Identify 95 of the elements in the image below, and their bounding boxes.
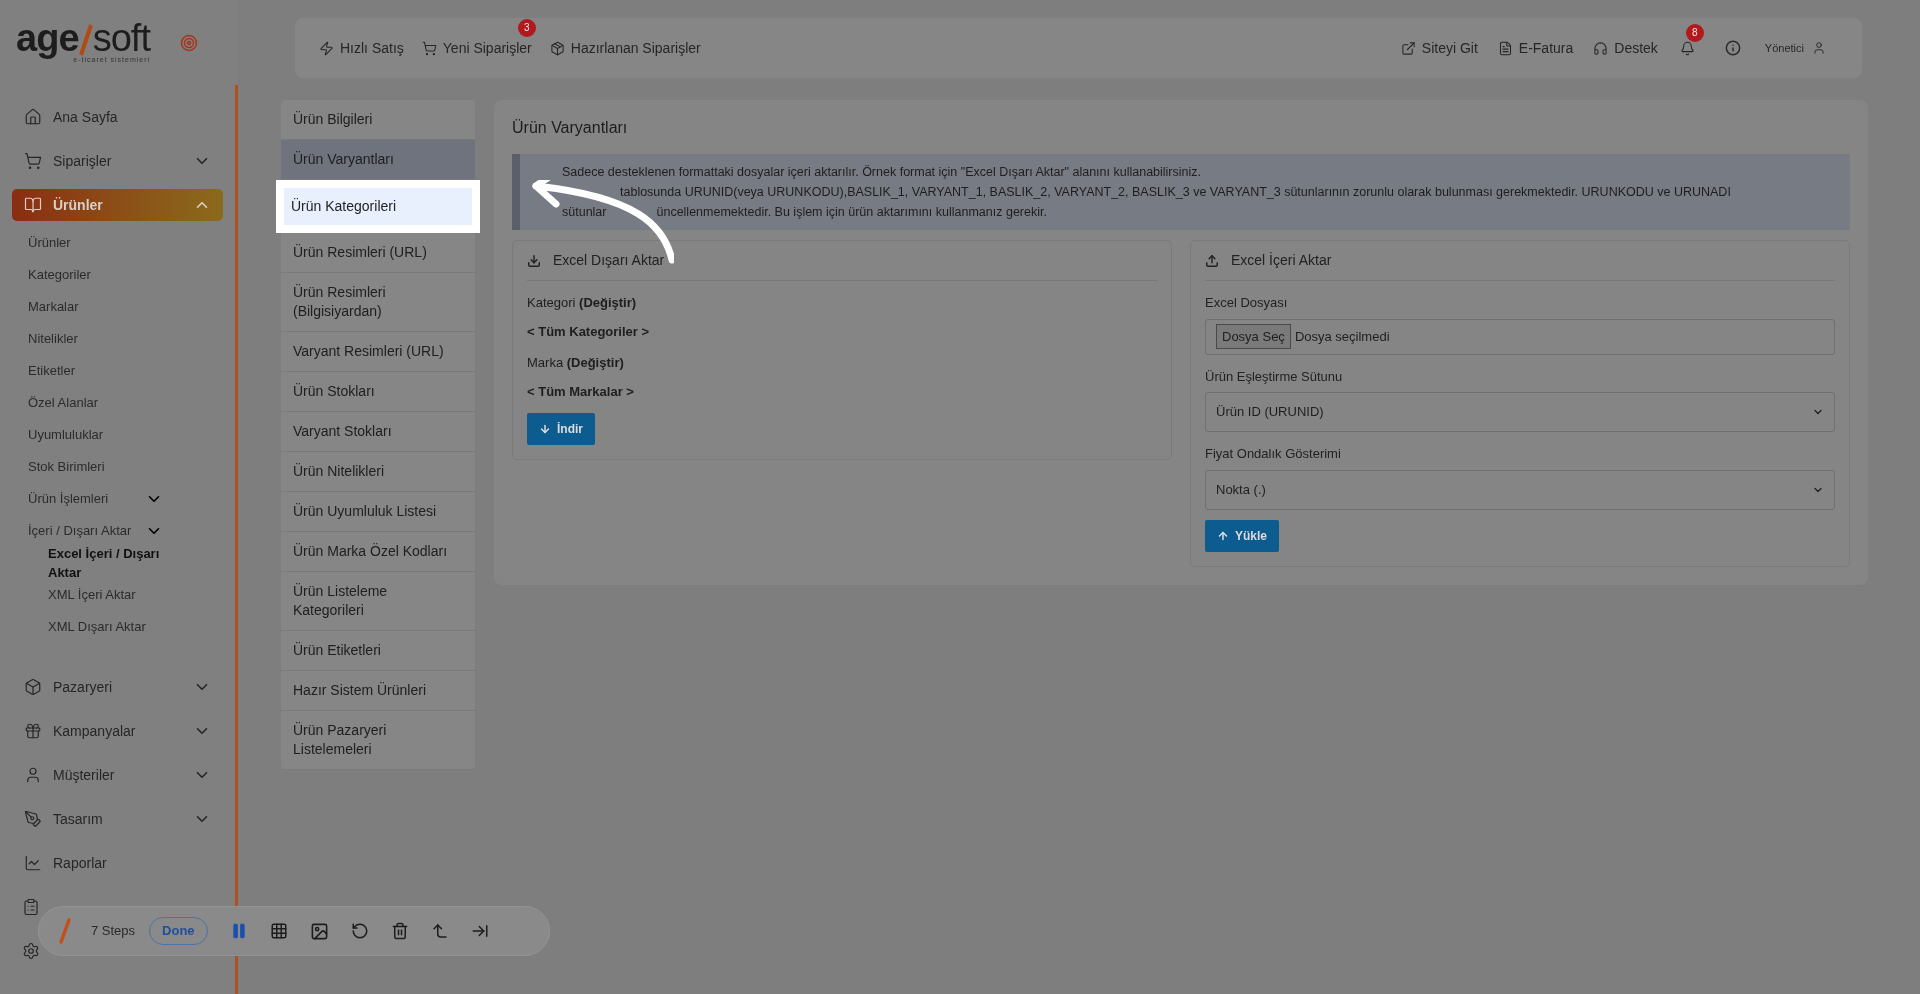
- filter-label[interactable]: Kategori (Değiştir): [527, 293, 1157, 313]
- submenu-item[interactable]: Ürün Etiketleri: [281, 631, 475, 671]
- count-badge: 3: [517, 18, 536, 37]
- page-title: Ürün Varyantları: [512, 118, 629, 138]
- step-count: 7 Steps: [91, 922, 136, 941]
- upload-button[interactable]: Yükle: [1205, 519, 1279, 552]
- submenu-item[interactable]: Varyant Resimleri (URL): [281, 332, 475, 372]
- filter-label[interactable]: Marka (Değiştir): [527, 353, 1157, 373]
- submenu-item[interactable]: Ürün Marka Özel Kodları: [281, 532, 475, 572]
- sidebar-subitem[interactable]: Uyumluluklar: [28, 425, 104, 445]
- field-label: Excel Dosyası: [1205, 294, 1289, 312]
- sidebar-subitem[interactable]: Markalar: [28, 297, 79, 317]
- submenu-item[interactable]: Ürün Varyantları: [281, 140, 475, 180]
- sidebar-subitem[interactable]: XML İçeri Aktar: [48, 585, 136, 605]
- headset-icon: [1593, 40, 1609, 56]
- info-text: sütunlar: [562, 204, 607, 221]
- arrow-up-icon: [1217, 529, 1229, 542]
- sidebar-item[interactable]: Ürünler: [12, 189, 223, 221]
- submenu-item[interactable]: Hazır Sistem Ürünleri: [281, 671, 475, 711]
- user-icon: [24, 766, 42, 784]
- sidebar-item[interactable]: Pazaryeri: [12, 671, 223, 703]
- submenu-item[interactable]: Ürün Kategorileri: [284, 188, 472, 225]
- count-badge: 8: [1685, 23, 1704, 42]
- submenu-item[interactable]: Ürün Pazaryeri Listelemeleri: [281, 711, 475, 770]
- box-icon: [24, 678, 42, 696]
- submenu-item[interactable]: Ürün Listeleme Kategorileri: [281, 572, 475, 631]
- blur-icon[interactable]: [269, 922, 288, 940]
- cart-icon: [421, 40, 437, 56]
- submenu-item[interactable]: Ürün Uyumluluk Listesi: [281, 492, 475, 532]
- submenu-item[interactable]: Ürün Resimleri (Bilgisiyardan): [281, 273, 475, 332]
- sidebar-subitem[interactable]: İçeri / Dışarı Aktar: [28, 521, 132, 541]
- panel-title: Excel İçeri Aktar: [1231, 251, 1332, 270]
- gift-icon: [24, 722, 42, 740]
- sidebar-subitem[interactable]: Stok Birimleri: [28, 457, 105, 477]
- house-icon: [24, 108, 42, 126]
- sidebar-item[interactable]: Siparişler: [12, 145, 223, 177]
- select-field[interactable]: Nokta (.): [1205, 469, 1835, 510]
- file-status: Dosya seçilmedi: [1294, 327, 1390, 346]
- arrow-to-end-icon[interactable]: [470, 922, 489, 940]
- box-icon: [549, 40, 565, 56]
- download-icon: [527, 253, 541, 268]
- submenu-item[interactable]: Ürün Nitelikleri: [281, 452, 475, 492]
- external-link-icon: [1400, 40, 1416, 56]
- trash-icon[interactable]: [390, 922, 409, 940]
- arrow-down-icon: [539, 423, 551, 435]
- top-link[interactable]: Hazırlanan Siparişler: [549, 37, 701, 59]
- info-text: üncellenmemektedir. Bu işlem için ürün aktarımını kullanmanız gerekir.: [656, 204, 1047, 221]
- filter-value: < Tüm Kategoriler >: [527, 322, 651, 341]
- sidebar-subitem[interactable]: Kategoriler: [28, 265, 91, 285]
- top-link[interactable]: Hızlı Satış: [319, 37, 404, 59]
- field-label: Ürün Eşleştirme Sütunu: [1205, 367, 1344, 386]
- sidebar-item[interactable]: Kampanyalar: [12, 715, 223, 747]
- info-text: tablosunda URUNID(veya URUNKODU),BASLIK_1, VARYANT_1, BASLIK_2, VARYANT_2, BASLIK_3 ve VARYANT_3 sütunlarının zorunlu olarak bulunması gerekmektedir. URUNKODU ve URUNADI: [620, 184, 1731, 201]
- book-icon: [24, 196, 42, 214]
- submenu-item[interactable]: Varyant Stokları: [281, 412, 475, 452]
- lightning-icon: [319, 40, 334, 56]
- sidebar-subitem[interactable]: Ürünler: [28, 233, 71, 253]
- user-icon: [1812, 41, 1826, 55]
- submenu-item[interactable]: Ürün Resimleri (URL): [281, 233, 475, 273]
- info-icon[interactable]: [1724, 40, 1741, 56]
- sidebar-settings-icon[interactable]: [22, 942, 40, 960]
- user-menu[interactable]: Yönetici: [1764, 39, 1826, 57]
- sidebar-item[interactable]: Tasarım: [12, 803, 223, 835]
- cart-icon: [24, 152, 42, 170]
- sidebar-subitem[interactable]: Nitelikler: [28, 329, 78, 349]
- sidebar-item[interactable]: Raporlar: [12, 847, 223, 879]
- sidebar-clipboard-icon[interactable]: [22, 898, 40, 916]
- info-text: Sadece desteklenen formattaki dosyalar içeri aktarılır. Örnek format için "Excel Dışarı Aktar" alanını kullanabilirsiniz.: [562, 164, 1201, 181]
- document-icon: [1497, 40, 1513, 56]
- file-field[interactable]: Dosya Seç Dosya seçilmedi: [1205, 318, 1835, 355]
- download-button[interactable]: İndir: [527, 413, 595, 445]
- sidebar-item[interactable]: Müşteriler: [12, 759, 223, 791]
- sidebar-subitem[interactable]: Ürün İşlemleri: [28, 489, 109, 509]
- image-icon[interactable]: [309, 921, 329, 941]
- top-link[interactable]: Siteyi Git: [1400, 37, 1478, 59]
- top-link[interactable]: E-Fatura: [1497, 37, 1574, 59]
- select-field[interactable]: Ürün ID (URUNID): [1205, 392, 1835, 432]
- chart-icon: [24, 854, 42, 872]
- panel-title: Excel Dışarı Aktar: [553, 251, 665, 270]
- choose-file-button[interactable]: Dosya Seç: [1216, 323, 1291, 350]
- arrow-up-icon[interactable]: [430, 922, 449, 940]
- sidebar-subitem[interactable]: Etiketler: [28, 361, 75, 381]
- field-label: Fiyat Ondalık Gösterimi: [1205, 445, 1342, 463]
- sidebar-subitem[interactable]: Özel Alanlar: [28, 393, 99, 413]
- top-link[interactable]: Destek: [1593, 37, 1658, 59]
- notifications-bell-icon[interactable]: [1679, 40, 1695, 56]
- top-link[interactable]: Yeni Siparişler: [421, 37, 532, 59]
- undo-icon[interactable]: [350, 922, 369, 940]
- sidebar-subitem[interactable]: XML Dışarı Aktar: [48, 617, 146, 637]
- filter-value: < Tüm Markalar >: [527, 382, 635, 401]
- upload-icon: [1205, 253, 1219, 268]
- submenu-item[interactable]: Ürün Stokları: [281, 372, 475, 412]
- sidebar-subitem[interactable]: Excel İçeri / Dışarı Aktar: [48, 543, 163, 583]
- slash-icon: [78, 23, 93, 58]
- sidebar-item[interactable]: Ana Sayfa: [12, 101, 223, 133]
